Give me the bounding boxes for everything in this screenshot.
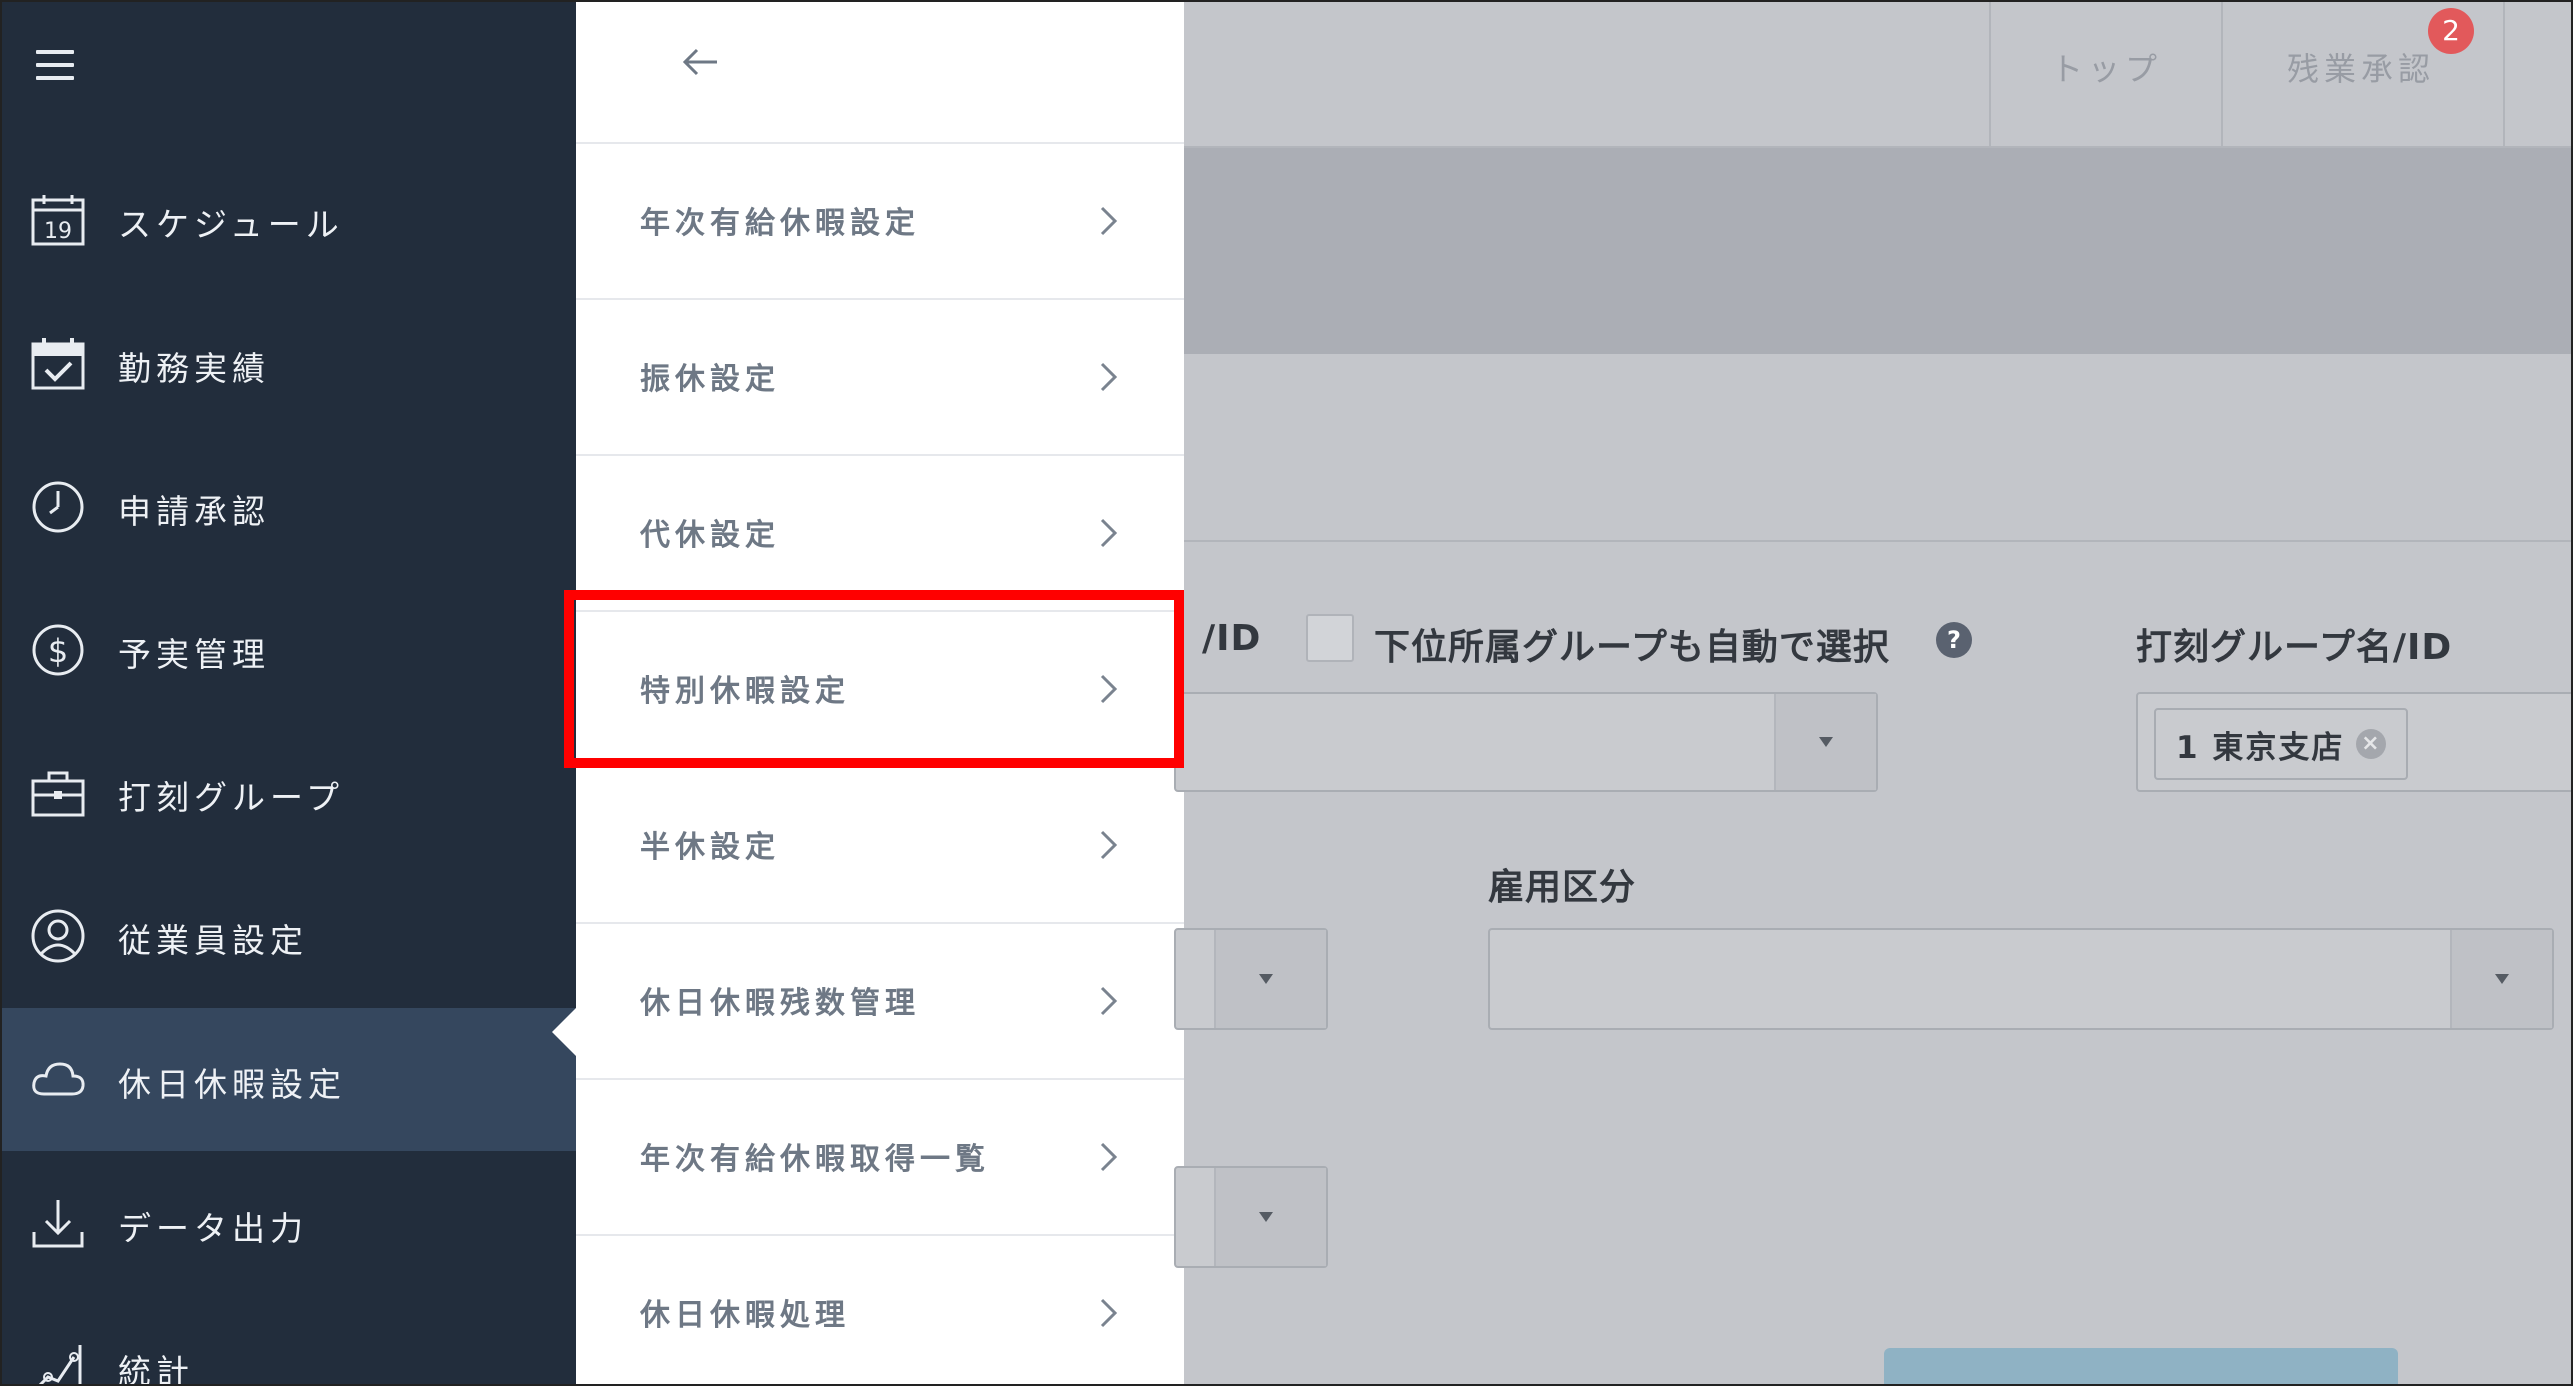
sidebar-item-work-record[interactable]: 勤務実績 [2, 292, 576, 435]
chart-icon [28, 1337, 88, 1384]
submenu-item-label: 年次有給休暇設定 [640, 206, 920, 241]
employment-type-label: 雇用区分 [1488, 867, 1637, 908]
briefcase-icon [28, 763, 88, 823]
chevron-right-icon [1100, 518, 1118, 548]
page-header-banner [1184, 148, 2571, 354]
sidebar-item-label: 予実管理 [118, 635, 270, 674]
app-window: 19 スケジュール 勤務実績 申請承認 $ 予実管理 打刻グループ 従業員設定 … [0, 0, 2573, 1386]
calendar-19-icon: 19 [28, 190, 88, 250]
sidebar-item-label: データ出力 [118, 1209, 308, 1248]
submenu-item-leave-processing[interactable]: 休日休暇処理 [576, 1234, 1184, 1384]
sidebar-item-label: 申請承認 [118, 492, 270, 531]
auto-select-label: 下位所属グループも自動で選択 [1374, 627, 1890, 668]
sidebar-item-label: 従業員設定 [118, 921, 308, 960]
help-icon[interactable]: ? [1936, 622, 1972, 658]
sidebar-item-label: 休日休暇設定 [118, 1065, 346, 1104]
select-left-1[interactable] [1174, 928, 1328, 1030]
chevron-right-icon [1100, 206, 1118, 236]
sidebar-item-schedule[interactable]: 19 スケジュール [2, 148, 576, 291]
submenu-item-compensatory-leave[interactable]: 代休設定 [576, 454, 1184, 611]
search-button[interactable] [1884, 1348, 2398, 1384]
sidebar-item-employee[interactable]: 従業員設定 [2, 864, 576, 1007]
tab-label: トップ [2051, 50, 2163, 88]
chevron-right-icon [1100, 1142, 1118, 1172]
back-arrow-icon[interactable] [681, 44, 721, 80]
submenu-item-half-day-leave[interactable]: 半休設定 [576, 766, 1184, 923]
sidebar: 19 スケジュール 勤務実績 申請承認 $ 予実管理 打刻グループ 従業員設定 … [2, 2, 578, 1386]
caret-down-icon [1259, 1212, 1273, 1222]
selected-tag: 1 東京支店 × [2154, 708, 2409, 780]
submenu-item-label: 代休設定 [640, 518, 780, 553]
sidebar-item-label: スケジュール [118, 205, 344, 244]
top-navigation: トップ 残業承認 2 [1184, 2, 2571, 148]
submenu-item-substitute-holiday[interactable]: 振休設定 [576, 298, 1184, 455]
divider [1184, 540, 2571, 542]
chevron-right-icon [1100, 362, 1118, 392]
caret-down-icon [1259, 974, 1273, 984]
punch-group-select[interactable]: 1 東京支店 × [2136, 692, 2571, 792]
download-icon [28, 1194, 88, 1254]
hamburger-menu-icon[interactable] [36, 50, 74, 80]
sidebar-item-label: 勤務実績 [118, 349, 270, 388]
tab-label: 残業承認 [2287, 50, 2436, 88]
submenu-item-annual-leave-list[interactable]: 年次有給休暇取得一覧 [576, 1078, 1184, 1235]
submenu-item-leave-balance[interactable]: 休日休暇残数管理 [576, 922, 1184, 1079]
chevron-right-icon [1100, 1298, 1118, 1328]
notification-badge: 2 [2428, 8, 2474, 54]
remove-tag-icon[interactable]: × [2356, 729, 2387, 759]
sidebar-item-budget[interactable]: $ 予実管理 [2, 578, 576, 721]
punch-group-label: 打刻グループ名/ID [2136, 627, 2453, 668]
employment-type-select[interactable] [1488, 928, 2554, 1030]
tab-overflow[interactable] [2503, 2, 2571, 146]
submenu-item-annual-leave[interactable]: 年次有給休暇設定 [576, 142, 1184, 299]
main-content-overlay: トップ 残業承認 2 /ID 下位所属グループも自動で選択 ? 打刻グループ名/… [1174, 2, 2571, 1384]
calendar-check-icon [28, 334, 88, 394]
select-left-2[interactable] [1174, 1166, 1328, 1268]
tag-label: 1 東京支店 [2176, 729, 2345, 766]
chevron-right-icon [1100, 830, 1118, 860]
sidebar-item-holiday-settings[interactable]: 休日休暇設定 [2, 1008, 576, 1151]
chevron-right-icon [1100, 986, 1118, 1016]
caret-down-icon [1819, 737, 1833, 747]
sidebar-item-label: 打刻グループ [118, 778, 345, 817]
cloud-icon [28, 1050, 88, 1110]
submenu-item-label: 休日休暇残数管理 [640, 986, 920, 1021]
caret-down-icon [2495, 974, 2509, 984]
auto-select-checkbox[interactable] [1306, 614, 1354, 662]
highlight-box [564, 590, 1184, 768]
submenu-item-label: 休日休暇処理 [640, 1298, 850, 1333]
sidebar-item-punch-group[interactable]: 打刻グループ [2, 721, 576, 864]
sidebar-item-data-export[interactable]: データ出力 [2, 1152, 576, 1295]
group-select[interactable] [1174, 692, 1878, 792]
sidebar-item-label: 統計 [118, 1352, 194, 1386]
active-indicator [552, 1006, 578, 1058]
submenu-item-label: 半休設定 [640, 830, 780, 865]
tab-top[interactable]: トップ [1989, 2, 2221, 146]
clock-icon [28, 477, 88, 537]
sidebar-item-statistics[interactable]: 統計 [2, 1295, 576, 1386]
user-icon [28, 906, 88, 966]
sidebar-item-approval[interactable]: 申請承認 [2, 435, 576, 578]
group-id-label: /ID [1202, 618, 1262, 659]
svg-text:19: 19 [44, 219, 72, 244]
submenu-item-label: 年次有給休暇取得一覧 [640, 1142, 990, 1177]
dollar-icon: $ [28, 620, 88, 680]
submenu-item-label: 振休設定 [640, 362, 780, 397]
svg-text:$: $ [48, 632, 68, 670]
